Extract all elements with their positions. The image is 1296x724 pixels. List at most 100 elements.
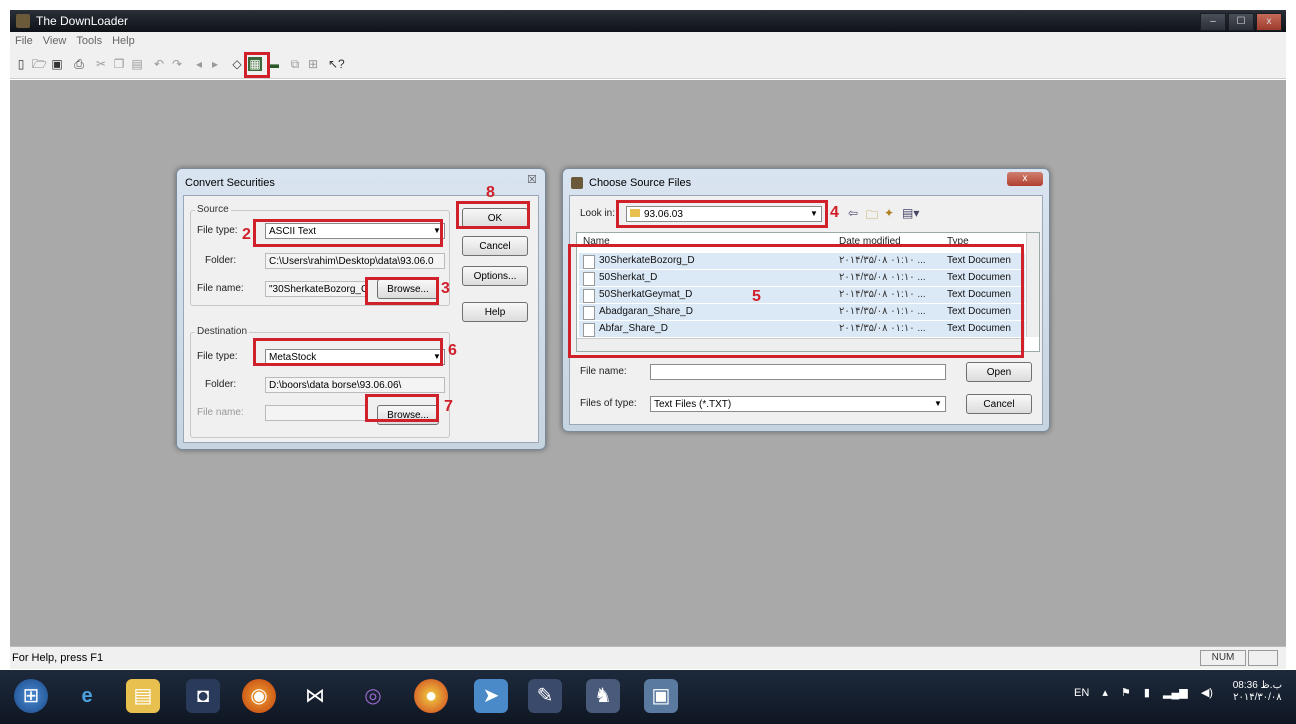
- destination-browse-button[interactable]: Browse...: [377, 405, 439, 425]
- look-in-label: Look in:: [580, 208, 616, 219]
- telegram-icon[interactable]: ➤: [474, 679, 508, 713]
- chrome-icon[interactable]: ●: [414, 679, 448, 713]
- eraser-icon[interactable]: ◇: [230, 57, 244, 71]
- ok-button[interactable]: OK: [462, 208, 528, 228]
- menu-file[interactable]: File: [10, 32, 38, 47]
- source-file-type-select[interactable]: ASCII Text ▼: [265, 223, 445, 239]
- help-button[interactable]: Help: [462, 302, 528, 322]
- annotation-6: 6: [448, 342, 457, 359]
- files-of-type-label: Files of type:: [580, 398, 637, 409]
- start-button[interactable]: ⊞: [14, 679, 48, 713]
- vertical-scrollbar[interactable]: [1026, 233, 1039, 337]
- new-icon[interactable]: ▯: [14, 57, 28, 71]
- file-name: 50Sherkat_D: [599, 272, 658, 283]
- chevron-down-icon: ▼: [433, 226, 441, 235]
- forward-icon[interactable]: ▸: [208, 57, 222, 71]
- open-button[interactable]: Open: [966, 362, 1032, 382]
- firefox-icon[interactable]: ◉: [242, 679, 276, 713]
- battery-icon[interactable]: ▮: [1144, 687, 1150, 699]
- menu-tools[interactable]: Tools: [71, 32, 107, 47]
- column-name[interactable]: Name: [583, 233, 610, 251]
- convert-icon[interactable]: ▦: [248, 57, 262, 71]
- window-icon[interactable]: ⧉: [288, 57, 302, 71]
- help-pointer-icon[interactable]: ↖?: [328, 57, 345, 71]
- file-icon: [583, 306, 595, 320]
- source-file-type-value: ASCII Text: [269, 226, 317, 237]
- paint-icon[interactable]: ✎: [528, 679, 562, 713]
- redo-icon[interactable]: ↷: [170, 57, 184, 71]
- file-row[interactable]: Abadgaran_Share_D ۲۰۱۴/۳۵/۰۸ ۰۱:۱۰ ... T…: [579, 304, 1025, 320]
- tape-icon[interactable]: ▬: [266, 57, 280, 71]
- file-row[interactable]: 50Sherkat_D ۲۰۱۴/۳۵/۰۸ ۰۱:۱۰ ... Text Do…: [579, 270, 1025, 286]
- source-group: Source File type: ASCII Text ▼ Folder: C…: [190, 204, 450, 306]
- cancel-button[interactable]: Cancel: [966, 394, 1032, 414]
- bowtie-app-icon[interactable]: ⋈: [298, 679, 332, 713]
- horizontal-scrollbar[interactable]: [577, 338, 1025, 351]
- save-icon[interactable]: ▣: [50, 57, 64, 71]
- menu-view[interactable]: View: [38, 32, 72, 47]
- menu-help[interactable]: Help: [107, 32, 140, 47]
- window-taskbar-icon[interactable]: ▣: [644, 679, 678, 713]
- clock[interactable]: 08:36 ب.ظ ۲۰۱۴/۳۰/۰۸: [1233, 680, 1282, 704]
- dialog-title: Choose Source Files: [589, 177, 692, 189]
- file-name-input[interactable]: [650, 364, 946, 380]
- annotation-2: 2: [242, 226, 251, 243]
- dialog-app-icon: [571, 177, 583, 189]
- look-in-select[interactable]: 93.06.03 ▼: [626, 206, 822, 222]
- back-folder-icon[interactable]: ⇦: [848, 206, 858, 220]
- view-menu-icon[interactable]: ▤▾: [902, 206, 919, 220]
- explorer-icon[interactable]: ▤: [126, 679, 160, 713]
- close-button[interactable]: x: [1256, 13, 1282, 31]
- language-indicator[interactable]: EN: [1074, 687, 1089, 699]
- options-button[interactable]: Options...: [462, 266, 528, 286]
- destination-group: Destination File type: MetaStock ▼ Folde…: [190, 326, 450, 438]
- file-type: Text Documen: [947, 289, 1011, 300]
- column-date-modified[interactable]: Date modified: [839, 233, 901, 251]
- choose-source-files-dialog: Choose Source Files x Look in: 93.06.03 …: [562, 168, 1050, 432]
- file-date: ۲۰۱۴/۳۵/۰۸ ۰۱:۱۰ ...: [839, 272, 926, 283]
- file-date: ۲۰۱۴/۳۵/۰۸ ۰۱:۱۰ ...: [839, 323, 926, 334]
- viber-icon[interactable]: ◎: [356, 679, 390, 713]
- column-type[interactable]: Type: [947, 233, 969, 251]
- back-icon[interactable]: ◂: [192, 57, 206, 71]
- ie-icon[interactable]: e: [70, 679, 104, 713]
- signal-icon[interactable]: ▂▄▆: [1163, 687, 1188, 699]
- dialog-close-button[interactable]: x: [1007, 172, 1043, 186]
- dialog-close-button[interactable]: ☒: [527, 173, 537, 186]
- file-row[interactable]: 50SherkatGeymat_D ۲۰۱۴/۳۵/۰۸ ۰۱:۱۰ ... T…: [579, 287, 1025, 303]
- print-icon[interactable]: ⎙: [72, 57, 86, 71]
- files-of-type-select[interactable]: Text Files (*.TXT) ▼: [650, 396, 946, 412]
- media-player-icon[interactable]: ◘: [186, 679, 220, 713]
- open-icon[interactable]: 🗁: [32, 57, 47, 71]
- source-browse-button[interactable]: Browse...: [377, 279, 439, 299]
- tray-expand-icon[interactable]: ▴: [1102, 687, 1108, 699]
- window-titlebar[interactable]: The DownLoader – ☐ x: [10, 10, 1286, 32]
- cut-icon[interactable]: ✂: [94, 57, 108, 71]
- minimize-button[interactable]: –: [1200, 13, 1226, 31]
- paste-icon[interactable]: ▤: [130, 57, 144, 71]
- file-row[interactable]: Abfar_Share_D ۲۰۱۴/۳۵/۰۸ ۰۱:۱۰ ... Text …: [579, 321, 1025, 337]
- copy-icon[interactable]: ❐: [112, 57, 126, 71]
- status-bar: For Help, press F1 NUM: [10, 646, 1286, 669]
- clock-date: ۲۰۱۴/۳۰/۰۸: [1233, 692, 1282, 703]
- maximize-button[interactable]: ☐: [1228, 13, 1254, 31]
- source-file-type-label: File type:: [197, 225, 238, 236]
- volume-icon[interactable]: ◀): [1201, 687, 1213, 699]
- file-type: Text Documen: [947, 323, 1011, 334]
- status-pane: [1248, 650, 1278, 666]
- new-folder-icon[interactable]: ✦: [884, 206, 894, 220]
- undo-icon[interactable]: ↶: [152, 57, 166, 71]
- chevron-down-icon: ▼: [934, 399, 942, 408]
- files-of-type-value: Text Files (*.TXT): [654, 399, 732, 410]
- annotation-4: 4: [830, 204, 839, 221]
- file-type: Text Documen: [947, 255, 1011, 266]
- downloader-taskbar-icon[interactable]: ♞: [586, 679, 620, 713]
- file-row[interactable]: 30SherkateBozorg_D ۲۰۱۴/۳۵/۰۸ ۰۱:۱۰ ... …: [579, 253, 1025, 269]
- grid-icon[interactable]: ⊞: [306, 57, 320, 71]
- file-name: Abadgaran_Share_D: [599, 306, 693, 317]
- destination-file-type-select[interactable]: MetaStock ▼: [265, 349, 445, 365]
- up-folder-icon[interactable]: 🗀: [866, 206, 878, 227]
- file-date: ۲۰۱۴/۳۵/۰۸ ۰۱:۱۰ ...: [839, 289, 926, 300]
- flag-icon[interactable]: ⚑: [1121, 687, 1131, 699]
- cancel-button[interactable]: Cancel: [462, 236, 528, 256]
